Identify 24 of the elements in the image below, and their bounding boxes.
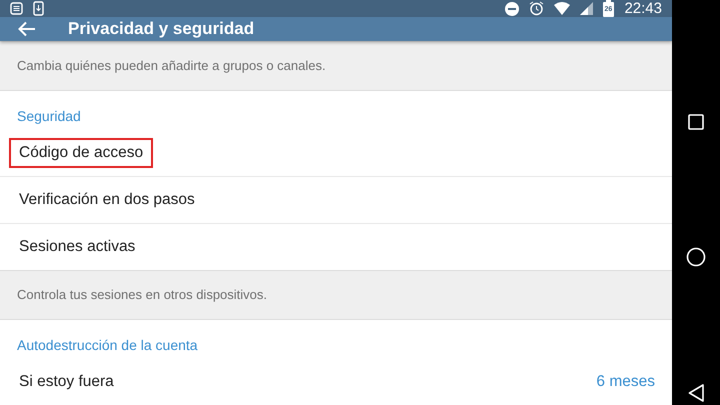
recents-button[interactable]: [688, 114, 704, 130]
item-label: Código de acceso: [9, 138, 154, 168]
notes-icon: [10, 2, 23, 15]
settings-item[interactable]: Sesiones activas: [0, 224, 672, 270]
settings-item[interactable]: Verificación en dos pasos: [0, 177, 672, 224]
back-button[interactable]: [688, 384, 704, 402]
clock-time: 22:43: [624, 0, 662, 17]
item-value: 6 meses: [596, 373, 655, 391]
back-arrow-icon: [18, 21, 36, 37]
wifi-icon: [554, 2, 570, 15]
section-header: Seguridad: [16, 107, 82, 126]
download-icon: [33, 1, 44, 16]
settings-item[interactable]: Si estoy fuera 6 meses: [0, 359, 672, 405]
section-description: Cambia quiénes pueden añadirte a grupos o canales.: [0, 41, 672, 91]
section-header: Autodestrucción de la cuenta: [16, 336, 199, 355]
item-label: Si estoy fuera: [18, 372, 115, 392]
settings-item[interactable]: Código de acceso: [0, 130, 672, 177]
home-button[interactable]: [686, 246, 706, 266]
screen-title: Privacidad y seguridad: [68, 19, 254, 39]
item-label: Sesiones activas: [18, 237, 136, 257]
signal-icon: [580, 2, 594, 15]
item-label: Verificación en dos pasos: [18, 190, 196, 210]
alarm-icon: [529, 1, 544, 16]
section-description: Controla tus sesiones en otros dispositivos.: [0, 270, 672, 320]
